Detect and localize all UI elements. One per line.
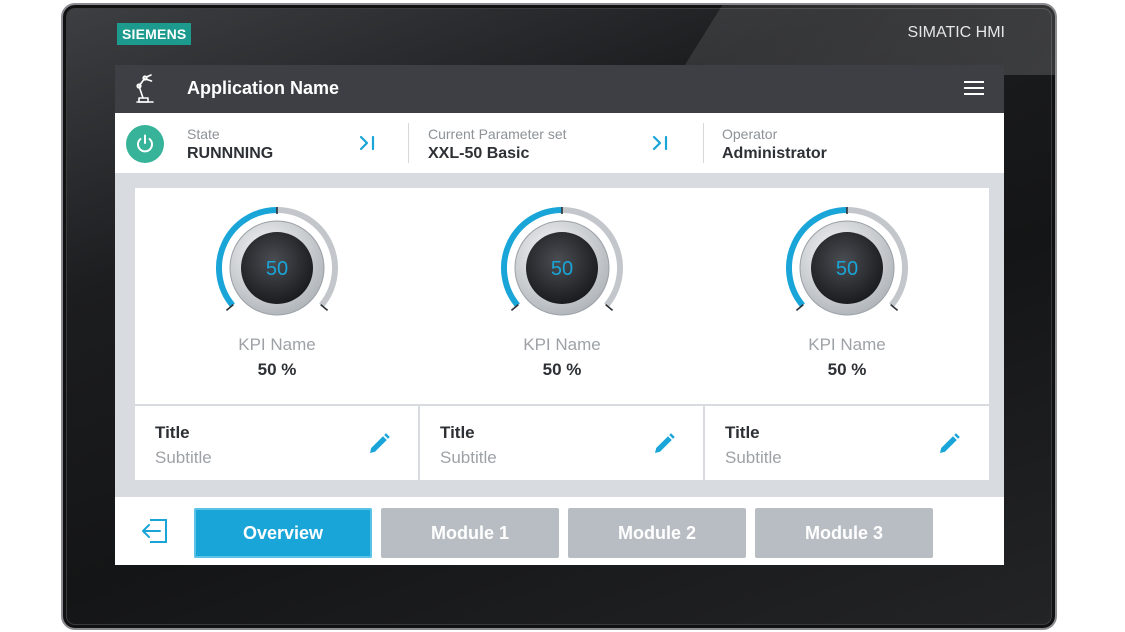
- kpi-panel: 50 KPI Name 50 %: [420, 188, 704, 404]
- gauge-value: 50: [551, 258, 573, 280]
- kpi-gauge[interactable]: 50: [497, 206, 627, 316]
- tile-subtitle: Subtitle: [440, 448, 497, 467]
- kpi-name: KPI Name: [523, 335, 601, 354]
- nav-button-overview[interactable]: Overview: [194, 508, 372, 558]
- device-model: SIMATIC HMI: [907, 24, 1005, 41]
- gauge-value: 50: [266, 258, 288, 280]
- tile-title: Title: [440, 423, 475, 442]
- hamburger-menu-icon[interactable]: [964, 81, 984, 97]
- pencil-edit-icon[interactable]: [367, 432, 391, 456]
- operator-segment: Operator Administrator: [703, 113, 1003, 173]
- kpi-panel: 50 KPI Name 50 %: [705, 188, 989, 404]
- parameter-label: Current Parameter set: [428, 126, 567, 142]
- robot-arm-icon: [136, 74, 154, 103]
- state-segment: State RUNNNING: [115, 113, 408, 173]
- state-label: State: [187, 126, 220, 142]
- info-tile[interactable]: Title Subtitle: [135, 406, 418, 480]
- kpi-gauge[interactable]: 50: [782, 206, 912, 316]
- kpi-name: KPI Name: [808, 335, 886, 354]
- skip-forward-icon[interactable]: [359, 135, 377, 151]
- hmi-screen: Application Name State RUNNNING Current …: [115, 65, 1004, 565]
- tile-title: Title: [725, 423, 760, 442]
- app-header: Application Name: [115, 65, 1004, 113]
- bottom-navigation: Overview Module 1 Module 2 Module 3: [115, 497, 1004, 565]
- nav-button-module-1[interactable]: Module 1: [381, 508, 559, 558]
- logout-icon[interactable]: [140, 517, 170, 545]
- kpi-panel: 50 KPI Name 50 %: [135, 188, 419, 404]
- kpi-value: 50 %: [257, 360, 297, 379]
- app-title: Application Name: [187, 78, 340, 98]
- gauge-value: 50: [836, 258, 858, 280]
- parameter-segment: Current Parameter set XXL-50 Basic: [408, 113, 701, 173]
- info-tile[interactable]: Title Subtitle: [705, 406, 988, 480]
- pencil-edit-icon[interactable]: [937, 432, 961, 456]
- parameter-value: XXL-50 Basic: [428, 145, 530, 162]
- kpi-card: 50 KPI Name 50 % 50 KPI Name 50 % 50 KPI…: [135, 188, 989, 480]
- state-value: RUNNNING: [187, 145, 274, 162]
- kpi-name: KPI Name: [238, 335, 316, 354]
- kpi-gauge[interactable]: 50: [212, 206, 342, 316]
- kpi-value: 50 %: [542, 360, 582, 379]
- operator-label: Operator: [722, 126, 778, 142]
- operator-value: Administrator: [722, 145, 827, 162]
- tile-title: Title: [155, 423, 190, 442]
- info-tile[interactable]: Title Subtitle: [420, 406, 703, 480]
- pencil-edit-icon[interactable]: [652, 432, 676, 456]
- tile-subtitle: Subtitle: [725, 448, 782, 467]
- tile-subtitle: Subtitle: [155, 448, 212, 467]
- skip-forward-icon[interactable]: [652, 135, 670, 151]
- siemens-logo: SIEMENS: [117, 23, 192, 45]
- status-bar: State RUNNNING Current Parameter set XXL…: [115, 113, 1004, 173]
- nav-button-module-2[interactable]: Module 2: [568, 508, 746, 558]
- kpi-value: 50 %: [827, 360, 867, 379]
- nav-button-module-3[interactable]: Module 3: [755, 508, 933, 558]
